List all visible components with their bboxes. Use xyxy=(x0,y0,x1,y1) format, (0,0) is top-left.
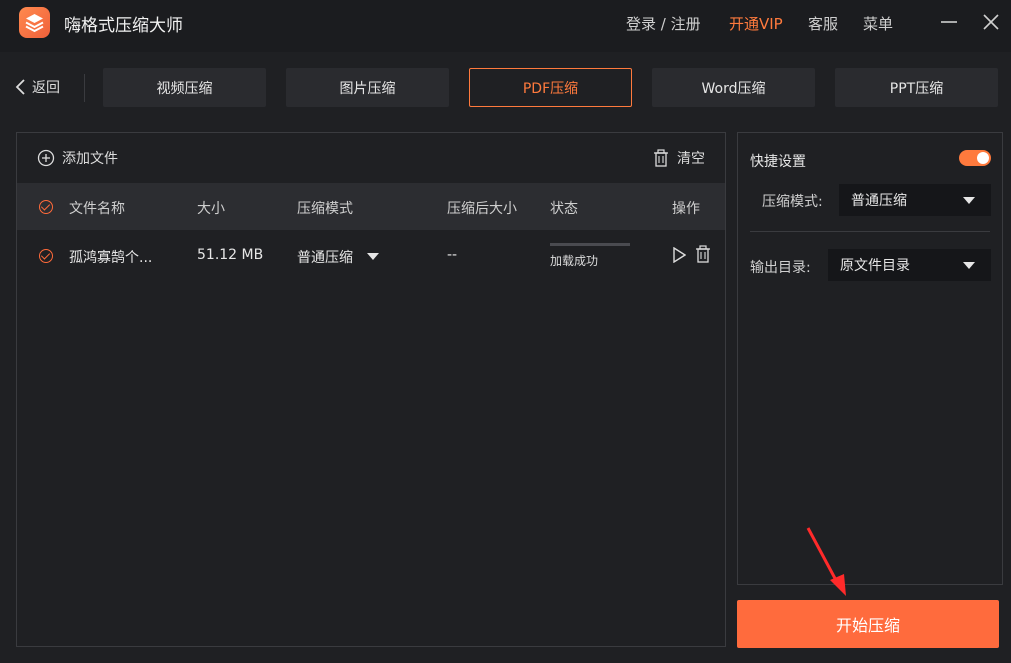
trash-icon xyxy=(696,245,710,263)
row-delete-button[interactable] xyxy=(695,245,711,267)
table-header: 文件名称 大小 压缩模式 压缩后大小 状态 操作 xyxy=(17,183,725,230)
app-logo xyxy=(19,7,50,38)
settings-panel: 快捷设置 压缩模式: 普通压缩 输出目录: 原文件目录 xyxy=(737,132,1003,585)
back-button[interactable]: 返回 xyxy=(14,77,60,97)
add-file-button[interactable]: 添加文件 xyxy=(37,148,118,168)
caret-down-icon xyxy=(963,197,975,204)
tab-video-compress[interactable]: 视频压缩 xyxy=(103,68,266,107)
layers-icon xyxy=(25,14,44,33)
quick-settings-toggle[interactable] xyxy=(959,150,991,166)
start-compress-button[interactable]: 开始压缩 xyxy=(737,600,999,648)
clear-label: 清空 xyxy=(677,151,705,167)
row-progress-bar xyxy=(550,243,630,246)
chevron-left-icon xyxy=(15,79,25,95)
tab-image-compress[interactable]: 图片压缩 xyxy=(286,68,449,107)
tab-word-compress[interactable]: Word压缩 xyxy=(652,68,815,107)
file-toolbar: 添加文件 清空 xyxy=(17,133,725,183)
customer-service-link[interactable]: 客服 xyxy=(808,13,838,34)
row-start-button[interactable] xyxy=(672,246,687,267)
table-row: 孤鸿寡鹄个... 51.12 MB 普通压缩 -- 加载成功 xyxy=(17,230,725,282)
close-icon xyxy=(983,14,999,30)
col-ops: 操作 xyxy=(672,201,700,217)
app-title: 嗨格式压缩大师 xyxy=(64,16,183,36)
col-mode: 压缩模式 xyxy=(297,201,353,217)
add-file-label: 添加文件 xyxy=(62,151,118,167)
clear-button[interactable]: 清空 xyxy=(653,148,705,168)
caret-down-icon xyxy=(963,262,975,269)
row-progress-fill xyxy=(550,243,630,246)
trash-icon xyxy=(654,149,668,167)
col-name: 文件名称 xyxy=(69,201,125,217)
select-all-checkbox[interactable] xyxy=(39,200,53,214)
row-checkbox[interactable] xyxy=(39,249,53,263)
settings-divider xyxy=(750,231,990,232)
compress-mode-value: 普通压缩 xyxy=(851,193,907,209)
minimize-button[interactable] xyxy=(939,12,959,32)
file-list-panel: 添加文件 清空 文件名称 大小 压缩模式 压缩后大小 状态 操作 孤鸿寡鹄个..… xyxy=(16,132,726,647)
tab-ppt-compress[interactable]: PPT压缩 xyxy=(835,68,998,107)
nav-row: 返回 视频压缩 图片压缩 PDF压缩 Word压缩 PPT压缩 xyxy=(0,66,1011,108)
col-after-size: 压缩后大小 xyxy=(447,201,517,217)
col-status: 状态 xyxy=(550,201,578,217)
annotation-arrow-icon xyxy=(806,527,846,596)
login-register-link[interactable]: 登录 / 注册 xyxy=(626,13,701,34)
play-icon xyxy=(673,246,687,264)
compress-mode-label: 压缩模式: xyxy=(762,194,823,210)
tab-pdf-compress[interactable]: PDF压缩 xyxy=(469,68,632,107)
row-after-size: -- xyxy=(447,247,458,263)
open-vip-link[interactable]: 开通VIP xyxy=(729,13,783,34)
title-bar: 嗨格式压缩大师 登录 / 注册 开通VIP 客服 菜单 xyxy=(0,0,1011,52)
row-status: 加载成功 xyxy=(550,254,599,268)
nav-divider xyxy=(84,74,85,102)
compress-mode-select[interactable]: 普通压缩 xyxy=(839,184,991,216)
back-label: 返回 xyxy=(32,80,60,96)
row-file-name: 孤鸿寡鹄个... xyxy=(69,250,153,266)
caret-down-icon xyxy=(367,253,379,260)
row-file-size: 51.12 MB xyxy=(197,247,264,263)
col-size: 大小 xyxy=(197,201,225,217)
output-dir-select[interactable]: 原文件目录 xyxy=(828,249,991,281)
menu-link[interactable]: 菜单 xyxy=(863,13,893,34)
quick-settings-label: 快捷设置 xyxy=(750,154,806,170)
plus-circle-icon xyxy=(37,149,55,167)
close-button[interactable] xyxy=(981,12,1001,32)
output-dir-value: 原文件目录 xyxy=(840,258,910,274)
row-mode-select[interactable]: 普通压缩 xyxy=(297,247,379,267)
row-mode-value: 普通压缩 xyxy=(297,250,353,266)
minimize-icon xyxy=(941,21,957,23)
output-dir-label: 输出目录: xyxy=(750,260,811,276)
